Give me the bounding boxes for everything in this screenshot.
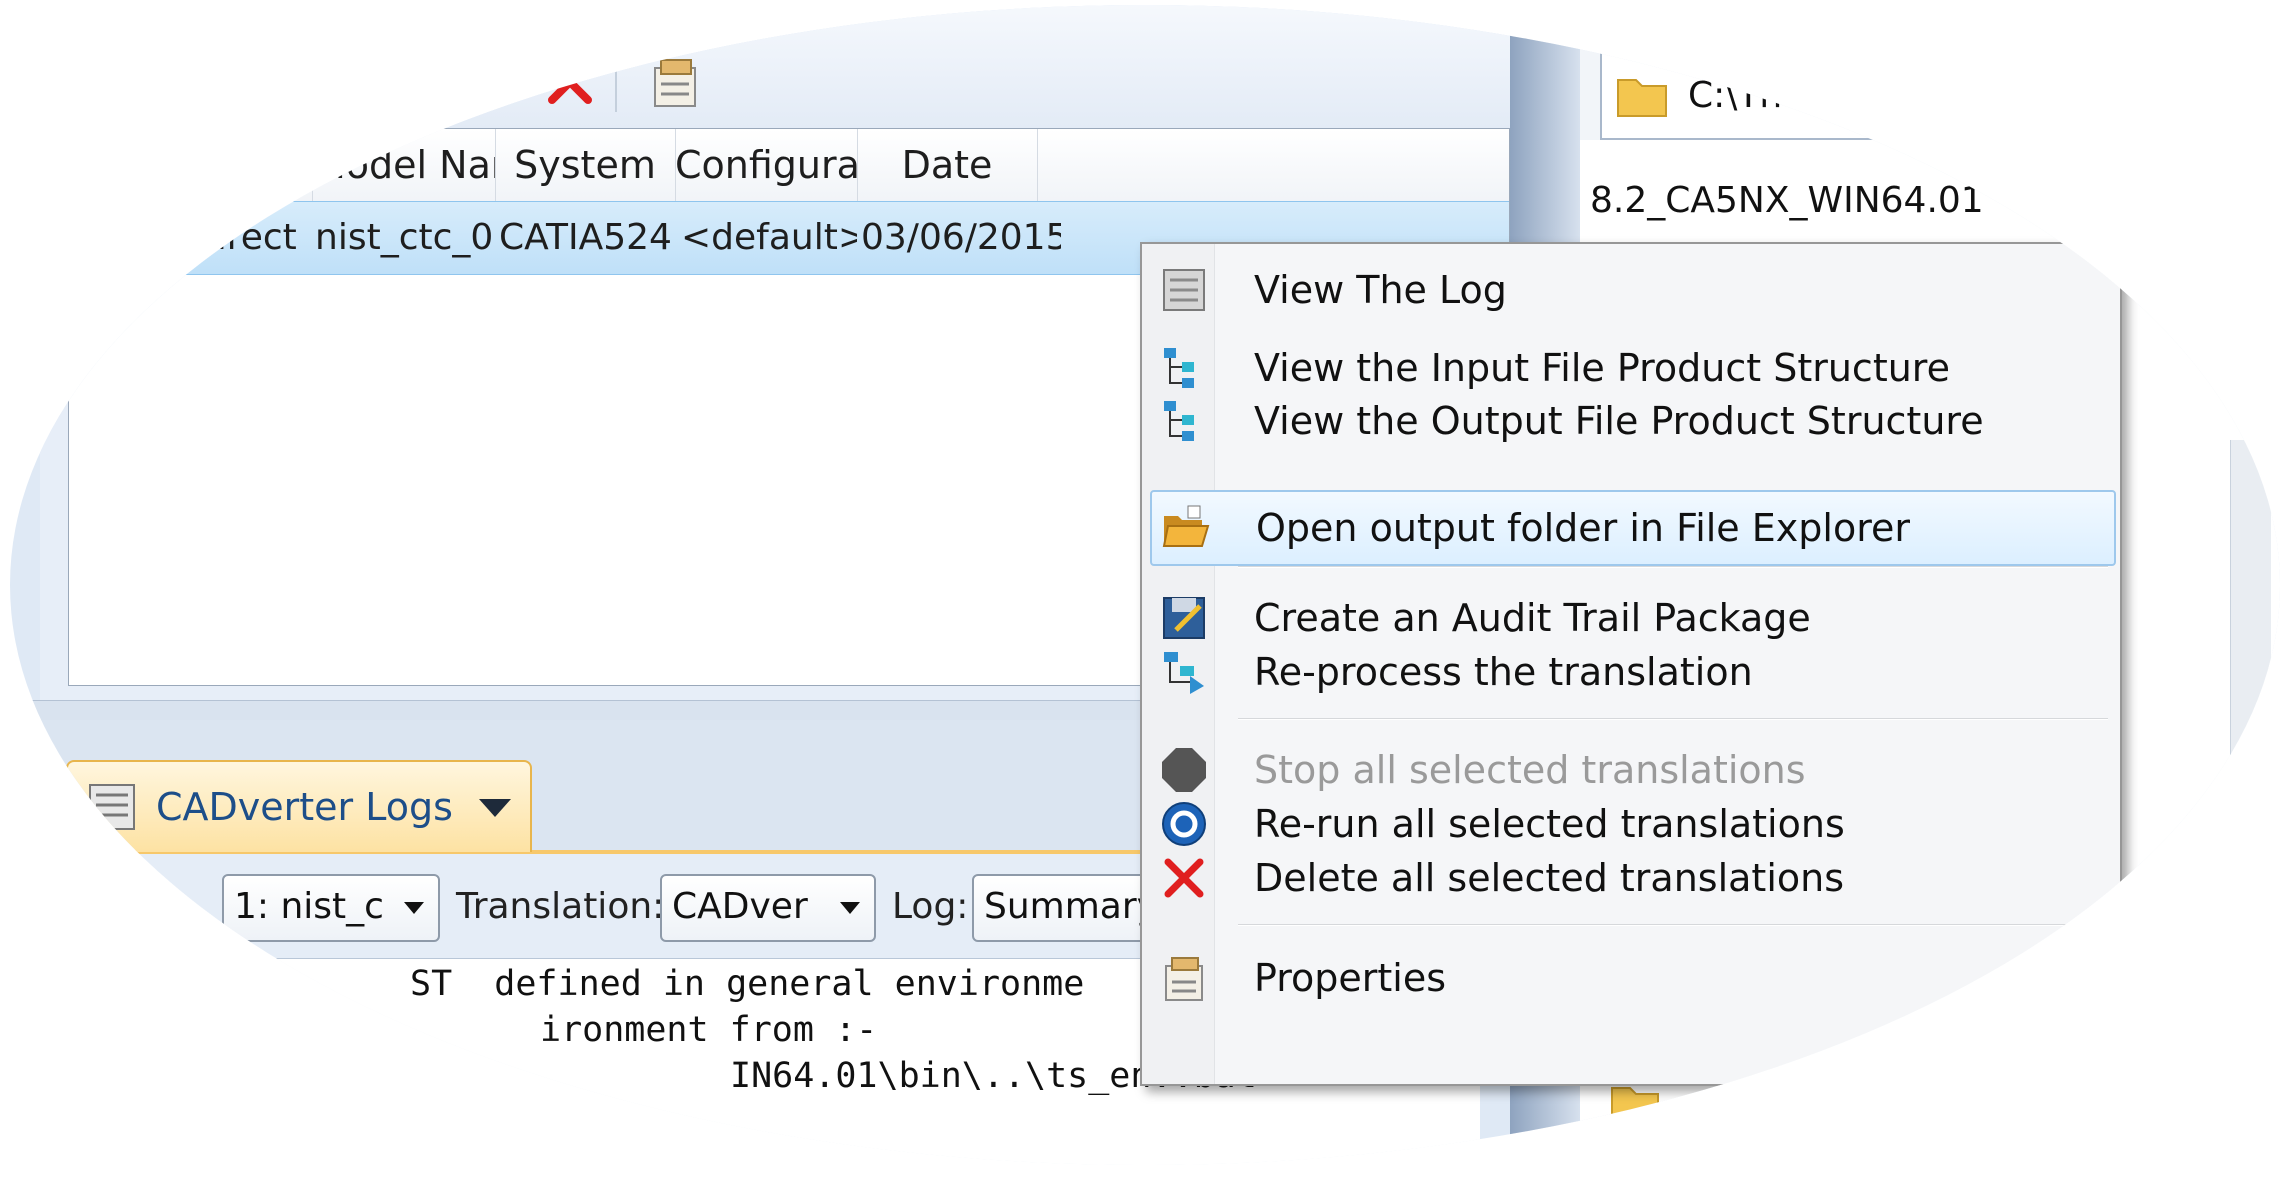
chevron-down-icon[interactable] xyxy=(475,795,515,819)
menu-item-label: Re-process the translation xyxy=(1254,650,1753,694)
logs-tab-title: CADverter Logs xyxy=(156,785,453,829)
cell-system: CATIA524 to N xyxy=(499,217,675,258)
tab-cadverter-logs[interactable]: CADverter Logs xyxy=(66,760,532,852)
address-bar[interactable]: C:\Theo. xyxy=(1600,50,2164,140)
tree-structure-icon xyxy=(1164,401,1194,441)
log-line: ST defined in general environme xyxy=(410,964,1085,1004)
menu-item-label: Stop all selected translations xyxy=(1254,748,1806,792)
delete-icon xyxy=(548,60,592,104)
screenshot-scene: ation Model Name System Configuratior Da… xyxy=(10,5,2280,1165)
menu-separator xyxy=(1238,924,2108,926)
toolbar-separator xyxy=(340,52,342,112)
menu-separator xyxy=(1238,566,2108,568)
stop-icon xyxy=(1162,748,1206,792)
column-header-configuration[interactable]: Configuratior xyxy=(675,129,858,201)
audit-package-icon xyxy=(1163,597,1205,639)
rerun-toolbar-button[interactable] xyxy=(458,52,518,112)
log-icon xyxy=(1163,269,1205,311)
translation-select-value: CADver xyxy=(672,886,808,927)
menu-item-label: View the Input File Product Structure xyxy=(1254,346,1950,390)
menu-item-properties[interactable]: Properties xyxy=(1150,942,2112,1014)
menu-item-label: Delete all selected translations xyxy=(1254,856,1845,900)
log-select-value: Summary xyxy=(984,886,1158,927)
folder-icon xyxy=(1611,1087,1659,1125)
properties-icon xyxy=(1165,957,1203,1001)
chevron-down-icon xyxy=(404,902,424,914)
column-header-system[interactable]: System xyxy=(495,129,676,201)
delete-toolbar-button[interactable] xyxy=(540,52,600,112)
toolbar xyxy=(40,5,1510,129)
model-select-value: 1: nist_c xyxy=(234,886,384,927)
log-line: ironment from :- xyxy=(540,1010,878,1050)
toolbar-separator xyxy=(615,52,617,112)
address-path: C:\Theo. xyxy=(1688,74,1838,116)
vertical-scrollbar[interactable] xyxy=(2230,440,2271,1000)
column-header-date[interactable]: Date xyxy=(857,129,1038,201)
reprocess-icon xyxy=(1164,652,1204,694)
cell-model-name: nist_ctc_01_asn xyxy=(315,217,493,258)
menu-item-label: Properties xyxy=(1254,956,1447,1000)
menu-item-view-log[interactable]: View The Log xyxy=(1150,254,2112,326)
properties-icon xyxy=(654,59,696,107)
stop-toolbar-button[interactable] xyxy=(370,52,430,112)
stop-icon xyxy=(376,58,424,106)
cell-configuration: <default> xyxy=(681,217,857,258)
column-header-model-name[interactable]: Model Name xyxy=(313,129,496,201)
menu-item-view-output-structure[interactable]: View the Output File Product Structure xyxy=(1150,385,2112,457)
grid-header: ation Model Name System Configuratior Da… xyxy=(69,129,1509,202)
menu-item-label: View the Output File Product Structure xyxy=(1254,399,1984,443)
cell-translation: Direct xyxy=(189,217,297,258)
menu-item-label: Re-run all selected translations xyxy=(1254,802,1845,846)
log-icon xyxy=(89,784,135,830)
menu-item-open-output-folder[interactable]: Open output folder in File Explorer xyxy=(1150,490,2116,566)
log-filter-label: Log: xyxy=(892,886,969,927)
rerun-icon xyxy=(464,58,512,106)
menu-separator xyxy=(1238,718,2108,720)
translation-select[interactable]: CADver xyxy=(660,874,876,942)
menu-item-label: View The Log xyxy=(1254,268,1507,312)
menu-item-delete-selected[interactable]: Delete all selected translations xyxy=(1150,842,2112,914)
context-menu: View The Log View the Input File Product… xyxy=(1140,242,2122,1086)
folder-icon xyxy=(1617,79,1667,117)
model-filter-label: s: xyxy=(120,886,151,927)
menu-item-label: Create an Audit Trail Package xyxy=(1254,596,1811,640)
translation-filter-label: Translation: xyxy=(456,886,665,927)
model-select[interactable]: 1: nist_c xyxy=(222,874,440,942)
rerun-icon xyxy=(1162,802,1206,846)
cell-date: 03/06/2015 14 xyxy=(861,217,1061,258)
open-folder-icon xyxy=(1162,505,1210,547)
column-header-translation[interactable]: ation xyxy=(69,129,313,201)
menu-item-label: Open output folder in File Explorer xyxy=(1256,506,1910,550)
delete-icon xyxy=(1164,858,1204,898)
chevron-down-icon xyxy=(840,902,860,914)
menu-item-reprocess[interactable]: Re-process the translation xyxy=(1150,636,2112,708)
list-item[interactable]: 8.2_CA5NX_WIN64.01 xyxy=(1590,180,1984,221)
properties-toolbar-button[interactable] xyxy=(645,52,705,112)
scrollbar-thumb[interactable] xyxy=(2237,910,2267,972)
